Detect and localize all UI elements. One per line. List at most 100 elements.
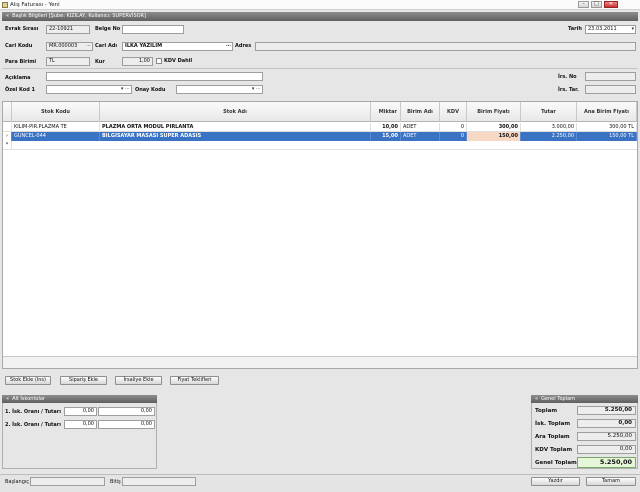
grid-footer	[3, 356, 637, 368]
isk1-rate-field[interactable]: 0,00	[64, 407, 97, 416]
ara-toplam-label: Ara Toplam	[535, 434, 570, 440]
invoice-lines-grid[interactable]: Stok Kodu Stok Adı Miktar Birim Adı KDV …	[2, 101, 638, 369]
cari-adi-value: İLKA YAZILIM	[125, 43, 163, 49]
new-row-indicator: *	[3, 141, 12, 150]
close-icon[interactable]: ✕	[604, 1, 618, 8]
ozel-kod-field[interactable]: ▾ ⋯	[46, 85, 132, 94]
column-header[interactable]: Ana Birim Fiyatı	[577, 102, 637, 122]
cell-miktar[interactable]: 15,00	[371, 132, 401, 141]
onay-kodu-field[interactable]: ▾ ⋯	[176, 85, 263, 94]
title-bar: Alış Faturası - Yeni – □ ✕	[0, 0, 640, 10]
bitis-label: Bitiş	[110, 479, 121, 485]
siparis-ekle-button[interactable]: Sipariş Ekle	[60, 376, 107, 385]
stok-ekle-button[interactable]: Stok Ekle (Ins)	[5, 376, 51, 385]
irs-tar-label: İrs. Tar.	[558, 87, 579, 93]
ellipsis-icon[interactable]: ⋯	[86, 43, 91, 50]
isk2-label: 2. İsk. Oranı / Tutarı	[5, 422, 61, 428]
irsaliye-ekle-button[interactable]: İrsaliye Ekle	[115, 376, 162, 385]
row-indicator	[3, 123, 12, 132]
cell-tutar[interactable]: 3.000,00	[521, 123, 577, 132]
tarih-value: 23.03.2011	[588, 26, 617, 32]
cell-birim[interactable]: ADET	[401, 132, 440, 141]
cell-birim-fiyati[interactable]: 300,00	[467, 123, 521, 132]
cell-tutar[interactable]: 2.250,00	[521, 132, 577, 141]
cari-kodu-value: MR.000003	[49, 43, 78, 49]
chevron-down-icon[interactable]: ▾ ⋯	[121, 86, 130, 93]
app-icon	[2, 2, 8, 8]
cari-kodu-label: Cari Kodu	[5, 43, 33, 49]
isk2-rate-field[interactable]: 0,00	[64, 420, 97, 429]
discounts-panel-header[interactable]: «Alt İskontolar	[2, 395, 157, 403]
cell-stok-kodu[interactable]: KILIM-PIR.PLAZMA TE	[12, 123, 100, 132]
yazdir-button[interactable]: Yazdır	[531, 477, 580, 486]
isk1-amount-field[interactable]: 0,00	[98, 407, 155, 416]
column-header[interactable]: Birim Adı	[401, 102, 440, 122]
irs-tar-field[interactable]	[585, 85, 636, 94]
adres-field[interactable]	[255, 42, 636, 51]
current-row-indicator: ›	[3, 132, 12, 141]
ara-toplam-value: 5.250,00	[577, 432, 636, 441]
cell-stok-adi[interactable]: BILGISAYAR MASASI SUPER ADASIS	[100, 132, 371, 141]
header-section-title: Başlık Bilgileri [Şube: KIZILAY, Kullanı…	[12, 13, 146, 19]
irs-no-field[interactable]	[585, 72, 636, 81]
totals-panel-header[interactable]: «Genel Toplam	[531, 395, 638, 403]
aciklama-label: Açıklama	[5, 75, 31, 81]
chevron-down-icon[interactable]: ▾	[631, 26, 634, 33]
cell-miktar[interactable]: 10,00	[371, 123, 401, 132]
cell-birim[interactable]: ADET	[401, 123, 440, 132]
onay-kodu-label: Onay Kodu	[135, 87, 166, 93]
tamam-button[interactable]: Tamam	[586, 477, 636, 486]
isk2-amount-field[interactable]: 0,00	[98, 420, 155, 429]
bitis-field	[122, 477, 196, 486]
minimize-icon[interactable]: –	[578, 1, 589, 8]
collapse-chevron-icon[interactable]: «	[6, 396, 9, 402]
kur-label: Kur	[95, 59, 105, 65]
baslangic-label: Başlangıç	[5, 479, 30, 485]
fiyat-teklifleri-button[interactable]: Fiyat Teklifleri	[170, 376, 219, 385]
new-row[interactable]: *	[3, 141, 637, 150]
maximize-icon[interactable]: □	[591, 1, 602, 8]
adres-label: Adres	[235, 43, 252, 49]
genel-toplam-value: 5.250,00	[577, 457, 636, 468]
baslangic-field	[30, 477, 105, 486]
collapse-chevron-icon[interactable]: «	[6, 13, 9, 19]
irs-no-label: İrs. No	[558, 74, 577, 80]
collapse-chevron-icon[interactable]: «	[535, 396, 538, 402]
header-section-bar[interactable]: «Başlık Bilgileri [Şube: KIZILAY, Kullan…	[2, 12, 638, 21]
column-header[interactable]: Miktar	[371, 102, 401, 122]
column-header[interactable]: Tutar	[521, 102, 577, 122]
table-row-selected[interactable]: › GUNCEL-044 BILGISAYAR MASASI SUPER ADA…	[3, 132, 637, 141]
belge-no-field[interactable]	[122, 25, 184, 34]
evrak-sirasi-label: Evrak Sırası	[5, 26, 39, 32]
cari-kodu-field[interactable]: MR.000003 ⋯	[46, 42, 93, 51]
cari-adi-field[interactable]: İLKA YAZILIM ⋯	[122, 42, 233, 51]
ellipsis-icon[interactable]: ⋯	[226, 43, 231, 50]
para-birimi-field[interactable]: TL	[46, 57, 90, 66]
evrak-sirasi-field[interactable]: 22-10921	[46, 25, 90, 34]
column-header[interactable]: Birim Fiyatı	[467, 102, 521, 122]
ozel-kod-label: Özel Kod 1	[5, 87, 36, 93]
table-row[interactable]: KILIM-PIR.PLAZMA TE PLAZMA ORTA MODUL PI…	[3, 123, 637, 132]
kdv-toplam-label: KDV Toplam	[535, 447, 573, 453]
isk1-label: 1. İsk. Oranı / Tutarı	[5, 409, 61, 415]
tarih-field[interactable]: 23.03.2011 ▾	[585, 25, 636, 34]
cell-kdv[interactable]: 0	[440, 132, 467, 141]
kur-field[interactable]: 1,00	[122, 57, 153, 66]
kdv-toplam-value: 0,00	[577, 445, 636, 454]
column-header[interactable]: KDV	[440, 102, 467, 122]
cell-stok-kodu[interactable]: GUNCEL-044	[12, 132, 100, 141]
divider	[2, 68, 638, 69]
column-header[interactable]: Stok Adı	[100, 102, 371, 122]
cell-stok-adi[interactable]: PLAZMA ORTA MODUL PIRLANTA	[100, 123, 371, 132]
kdv-dahil-checkbox[interactable]	[156, 58, 162, 64]
cell-ana-birim-fiyati[interactable]: 150,00 TL	[577, 132, 637, 141]
aciklama-field[interactable]	[46, 72, 263, 81]
cell-birim-fiyati-editing[interactable]: 150,00	[467, 132, 521, 141]
kdv-dahil-label: KDV Dahil	[164, 58, 193, 64]
chevron-down-icon[interactable]: ▾ ⋯	[252, 86, 261, 93]
genel-toplam-label: Genel Toplam	[535, 460, 577, 466]
toplam-label: Toplam	[535, 408, 558, 414]
cell-ana-birim-fiyati[interactable]: 300,00 TL	[577, 123, 637, 132]
cell-kdv[interactable]: 0	[440, 123, 467, 132]
column-header[interactable]: Stok Kodu	[12, 102, 100, 122]
